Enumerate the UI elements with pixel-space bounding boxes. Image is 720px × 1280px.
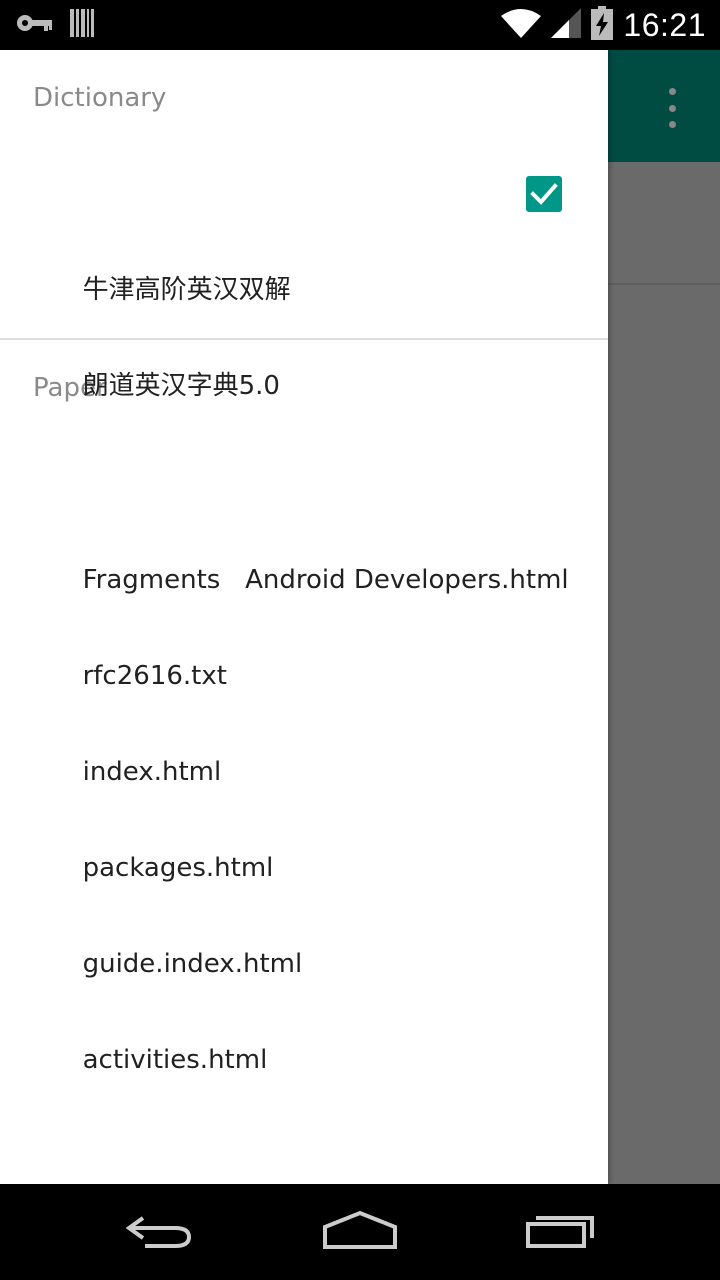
paper-item[interactable]: guide.index.html [0,820,608,979]
wifi-icon [501,8,542,42]
battery-charging-icon [591,6,614,44]
drawer-item-label: activities.html [82,1045,268,1075]
system-nav-bar [0,1184,720,1280]
back-button[interactable] [100,1198,220,1266]
recents-icon [524,1210,596,1254]
status-bar: 16:21 [0,0,720,50]
paper-item[interactable]: index.html [0,628,608,787]
overflow-menu-icon[interactable] [660,88,684,128]
paper-item[interactable]: rfc2616.txt [0,532,608,691]
clock: 16:21 [623,6,706,43]
home-button[interactable] [300,1198,420,1266]
drawer-item-label: 朗道英汉字典5.0 [82,371,280,401]
dictionary-item-oxford[interactable]: 牛津高阶英汉双解 [0,146,608,305]
dictionary-item-langdao[interactable]: 朗道英汉字典5.0 [0,242,608,401]
home-icon [322,1210,398,1254]
signal-icon [551,8,582,42]
back-icon [125,1210,195,1254]
status-right: 16:21 [501,4,706,46]
vpn-key-icon [16,13,54,37]
paper-item[interactable]: packages.html [0,724,608,883]
status-left [16,8,94,42]
navigation-drawer: Dictionary 牛津高阶英汉双解 朗道英汉字典5.0 Paper Frag… [0,50,608,1184]
screen: 16:21 Dictionary 牛津高阶英汉双解 朗道英汉字典5.0 Pape… [0,0,720,1280]
section-header-dictionary: Dictionary [33,83,167,113]
barcode-icon [70,9,94,41]
checked-checkbox-icon[interactable] [526,176,562,212]
recents-button[interactable] [500,1198,620,1266]
paper-item[interactable]: Fragments Android Developers.html [0,436,608,595]
paper-item[interactable]: activities.html [0,916,608,1075]
